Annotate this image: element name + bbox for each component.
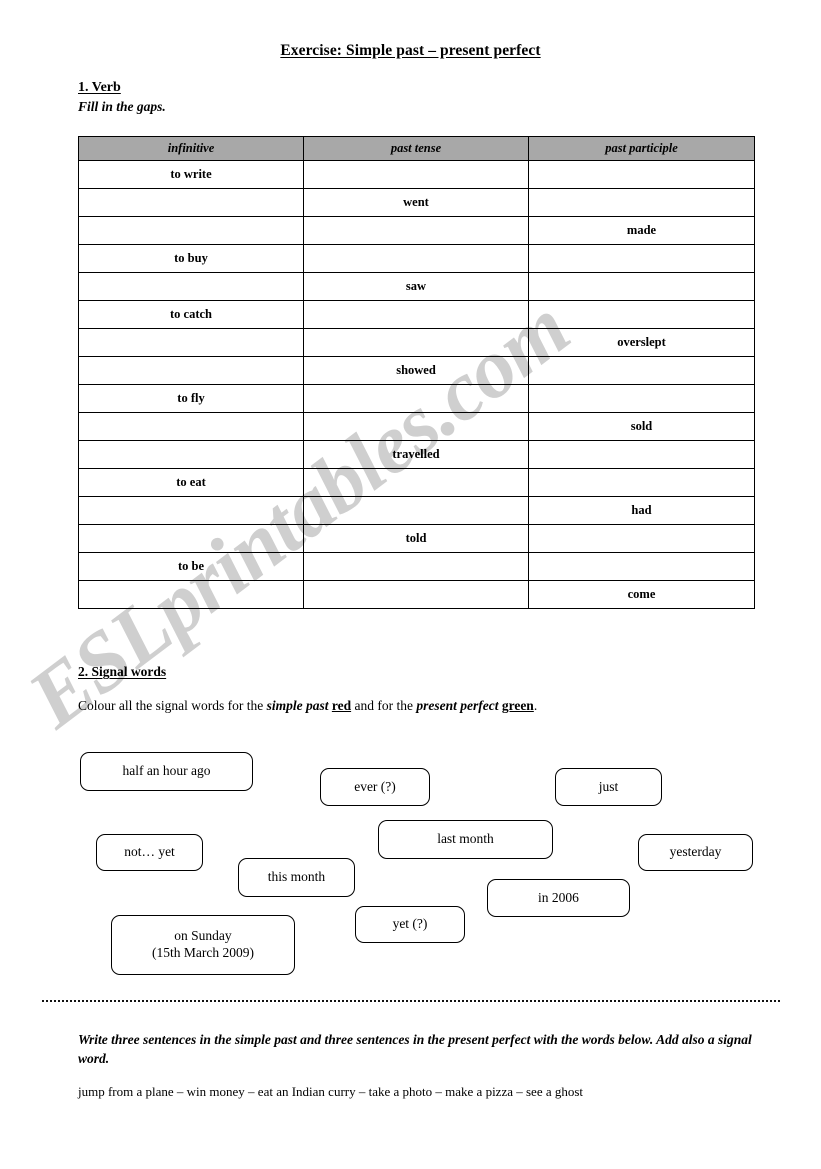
column-header-past-tense: past tense — [303, 136, 529, 161]
table-cell[interactable] — [78, 412, 304, 441]
table-cell: to buy — [78, 244, 304, 273]
table-cell: to eat — [78, 468, 304, 497]
signal-word-box[interactable]: on Sunday (15th March 2009) — [111, 915, 295, 975]
table-cell: had — [528, 496, 755, 525]
table-cell: to fly — [78, 384, 304, 413]
table-cell[interactable] — [528, 384, 755, 413]
table-cell[interactable] — [303, 580, 529, 609]
table-cell: made — [528, 216, 755, 245]
table-cell[interactable] — [303, 552, 529, 581]
table-cell[interactable] — [78, 356, 304, 385]
table-cell[interactable] — [78, 216, 304, 245]
table-row: had — [78, 496, 755, 525]
table-header-row: infinitive past tense past participle — [78, 136, 755, 161]
signal-word-box[interactable]: last month — [378, 820, 553, 859]
table-row: to write — [78, 160, 755, 189]
table-cell[interactable] — [528, 160, 755, 189]
signal-word-box[interactable]: yesterday — [638, 834, 753, 871]
table-cell[interactable] — [78, 440, 304, 469]
table-cell: went — [303, 188, 529, 217]
table-row: to catch — [78, 300, 755, 329]
table-row: travelled — [78, 440, 755, 469]
table-cell: saw — [303, 272, 529, 301]
section-1-heading: 1. Verb — [78, 80, 121, 96]
table-cell: travelled — [303, 440, 529, 469]
table-cell[interactable] — [528, 440, 755, 469]
table-cell[interactable] — [78, 524, 304, 553]
table-row: to be — [78, 552, 755, 581]
instruction-part-1: Colour all the signal words for the — [78, 698, 267, 713]
table-cell: come — [528, 580, 755, 609]
table-row: to fly — [78, 384, 755, 413]
table-cell: to write — [78, 160, 304, 189]
table-cell[interactable] — [528, 300, 755, 329]
page-title: Exercise: Simple past – present perfect — [0, 42, 821, 60]
signal-word-box[interactable]: yet (?) — [355, 906, 465, 943]
table-row: showed — [78, 356, 755, 385]
table-cell[interactable] — [303, 300, 529, 329]
table-cell: sold — [528, 412, 755, 441]
table-cell[interactable] — [303, 496, 529, 525]
table-row: made — [78, 216, 755, 245]
column-header-past-participle: past participle — [528, 136, 755, 161]
table-cell[interactable] — [303, 384, 529, 413]
table-row: sold — [78, 412, 755, 441]
page-title-text: Exercise: Simple past – present perfect — [280, 42, 541, 59]
column-header-infinitive: infinitive — [78, 136, 304, 161]
table-cell[interactable] — [303, 244, 529, 273]
table-cell: told — [303, 524, 529, 553]
signal-word-box[interactable]: half an hour ago — [80, 752, 253, 791]
table-cell: to catch — [78, 300, 304, 329]
table-row: to eat — [78, 468, 755, 497]
signal-word-box[interactable]: ever (?) — [320, 768, 430, 806]
section-1-instruction: Fill in the gaps. — [78, 99, 166, 114]
table-cell: to be — [78, 552, 304, 581]
table-cell[interactable] — [528, 468, 755, 497]
signal-word-box[interactable]: this month — [238, 858, 355, 897]
section-2-heading-text: 2. Signal words — [78, 664, 167, 679]
table-cell[interactable] — [78, 272, 304, 301]
table-cell[interactable] — [528, 272, 755, 301]
table-cell[interactable] — [528, 244, 755, 273]
instruction-part-3: and for the — [351, 698, 417, 713]
table-row: saw — [78, 272, 755, 301]
table-row: overslept — [78, 328, 755, 357]
table-row: to buy — [78, 244, 755, 273]
section-2-heading: 2. Signal words — [78, 664, 166, 680]
table-cell[interactable] — [303, 216, 529, 245]
table-cell[interactable] — [528, 524, 755, 553]
dotted-separator — [42, 1000, 780, 1002]
instruction-underline-red: red — [331, 698, 352, 713]
word-prompts-list: jump from a plane – win money – eat an I… — [78, 1084, 584, 1099]
table-cell[interactable] — [303, 160, 529, 189]
table-cell[interactable] — [78, 328, 304, 357]
table-cell[interactable] — [528, 188, 755, 217]
instruction-underline-green: green — [501, 698, 534, 713]
worksheet-page: Exercise: Simple past – present perfect … — [0, 0, 821, 1169]
instruction-part-5: . — [533, 698, 538, 713]
section-1-heading-text: 1. Verb — [78, 80, 121, 95]
table-cell: overslept — [528, 328, 755, 357]
table-cell[interactable] — [303, 468, 529, 497]
table-cell[interactable] — [528, 552, 755, 581]
section-3-instruction: Write three sentences in the simple past… — [78, 1032, 752, 1067]
table-row: come — [78, 580, 755, 609]
table-cell[interactable] — [303, 328, 529, 357]
table-cell[interactable] — [78, 580, 304, 609]
table-cell[interactable] — [303, 412, 529, 441]
signal-word-box[interactable]: in 2006 — [487, 879, 630, 917]
table-cell[interactable] — [528, 356, 755, 385]
signal-word-box[interactable]: not… yet — [96, 834, 203, 871]
instruction-emphasis-present-perfect: present perfect — [416, 698, 499, 713]
table-cell: showed — [303, 356, 529, 385]
table-cell[interactable] — [78, 496, 304, 525]
signal-word-box[interactable]: just — [555, 768, 662, 806]
table-row: told — [78, 524, 755, 553]
verb-table: infinitive past tense past participle to… — [78, 136, 755, 609]
section-2-instruction: Colour all the signal words for the simp… — [78, 698, 537, 714]
table-row: went — [78, 188, 755, 217]
table-cell[interactable] — [78, 188, 304, 217]
instruction-emphasis-simple-past: simple past — [266, 698, 329, 713]
